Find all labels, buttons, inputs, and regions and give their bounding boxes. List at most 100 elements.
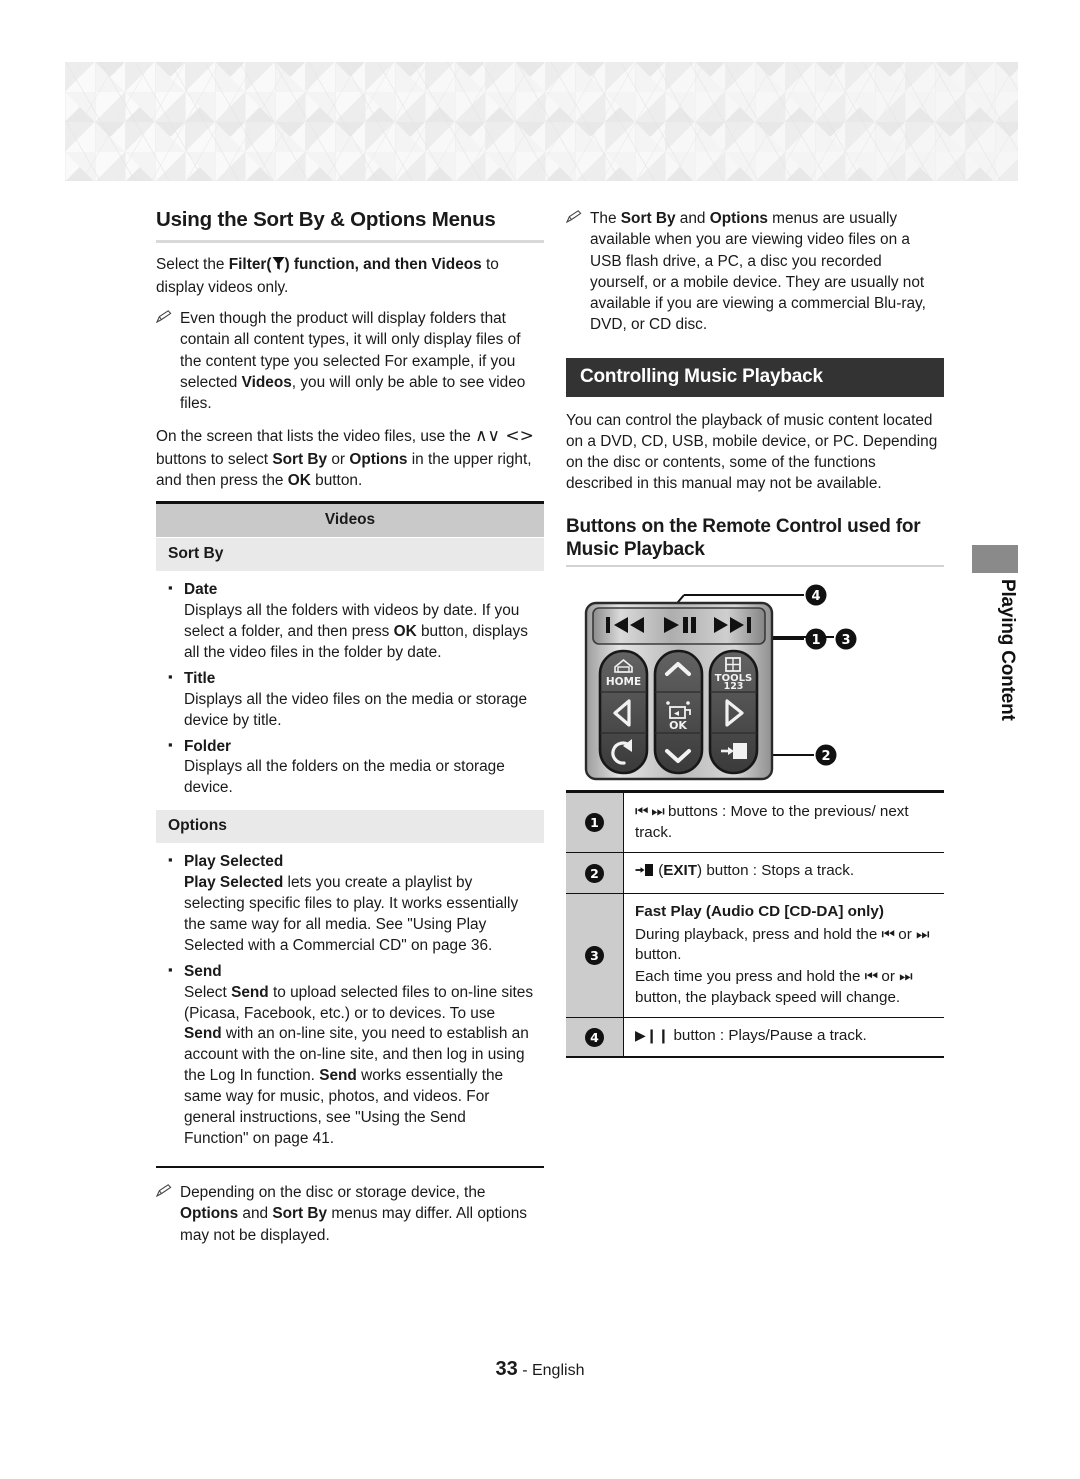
d-b1: Send — [231, 983, 269, 1001]
item-term: Date — [166, 579, 534, 601]
row-number: 2 — [566, 853, 624, 893]
n2-b2: Sort By — [272, 1205, 328, 1223]
note-block-3: The Sort By and Options menus are usuall… — [566, 208, 944, 336]
list-item: Title Displays all the video files on th… — [166, 668, 534, 732]
circled-number-2: 2 — [585, 863, 604, 883]
remote-buttons-table: 1 ⏮ ⏭ buttons : Move to the previous/ ne… — [566, 789, 944, 1058]
skip-prev-icon: ⏮ — [881, 924, 895, 943]
svg-text:4: 4 — [811, 589, 820, 604]
item-term: Title — [166, 668, 534, 690]
pencil-note-icon — [566, 208, 583, 336]
n3-c: menus are usually available when you are… — [590, 210, 926, 334]
footer-separator: - — [517, 1362, 532, 1379]
decorative-header-pattern — [65, 62, 1018, 181]
list-item: Play Selected Play Selected lets you cre… — [166, 851, 534, 957]
n2-b1: Options — [180, 1205, 239, 1223]
n2-a: Depending on the disc or storage device,… — [180, 1184, 486, 1202]
table-row: 1 ⏮ ⏭ buttons : Move to the previous/ ne… — [566, 792, 944, 854]
left-column: Using the Sort By & Options Menus Select… — [156, 208, 544, 1257]
skip-next-icon: ⏭ — [916, 924, 929, 943]
item-desc: Select Send to upload selected files to … — [166, 983, 534, 1151]
pencil-note-icon — [156, 1182, 173, 1246]
item-desc: Displays all the folders on the media or… — [184, 758, 505, 797]
intro-text-a: Select the — [156, 255, 229, 273]
remote-control-diagram: HOME OK TOOLS 123 4 1 3 2 — [566, 575, 944, 790]
circled-number-3: 3 — [585, 946, 604, 966]
side-tab-cap — [972, 545, 1018, 573]
page-title: Using the Sort By & Options Menus — [156, 208, 496, 231]
svg-text:HOME: HOME — [606, 676, 641, 688]
r3-2a: Each time you press and hold the — [635, 967, 865, 985]
title-divider — [156, 239, 544, 243]
row-content: (EXIT) button : Stops a track. — [624, 853, 944, 893]
list-item: Folder Displays all the folders on the m… — [166, 736, 534, 800]
row-content: ⏮ ⏭ buttons : Move to the previous/ next… — [624, 793, 944, 852]
page-number: 33 — [495, 1358, 518, 1380]
r3-1b: or — [894, 925, 916, 943]
svg-text:2: 2 — [821, 749, 830, 764]
row-content: Fast Play (Audio CD [CD-DA] only) During… — [624, 894, 944, 1017]
row-2-b: ) button : Stops a track. — [697, 862, 855, 880]
note-1-text: Even though the product will display fol… — [180, 310, 526, 413]
note-3-text: The Sort By and Options menus are usuall… — [590, 208, 944, 336]
n2-b: and — [238, 1205, 273, 1223]
r3-1a: During playback, press and hold the — [635, 925, 882, 943]
pencil-note-icon — [156, 308, 173, 414]
p2-a: On the screen that lists the video files… — [156, 428, 476, 446]
item-term: Send — [166, 961, 534, 983]
table-row: 4 ▶❙❙ button : Plays/Pause a track. — [566, 1018, 944, 1056]
videos-menu-table: Videos Sort By Date Displays all the fol… — [156, 501, 544, 1169]
paragraph-2: On the screen that lists the video files… — [156, 425, 544, 491]
row-number: 3 — [566, 893, 624, 1018]
note-block-1: Even though the product will display fol… — [156, 308, 544, 414]
item-desc: Play Selected lets you create a playlist… — [166, 873, 534, 957]
p2-d: or — [327, 450, 350, 468]
d-b3: Send — [319, 1067, 357, 1085]
filter-label: Filter( — [228, 255, 272, 273]
exit-label: EXIT — [663, 862, 698, 880]
exit-icon — [635, 863, 654, 884]
table-row: 3 Fast Play (Audio CD [CD-DA] only) Duri… — [566, 893, 944, 1019]
sort-by-label: Sort By — [272, 450, 328, 468]
p2-h: button. — [310, 472, 363, 490]
right-column: The Sort By and Options menus are usuall… — [566, 208, 944, 1058]
circled-number-1: 1 — [585, 813, 604, 833]
skip-glyphs-icon: ⏮ ⏭ — [635, 801, 665, 820]
row-number: 1 — [566, 792, 624, 853]
subsection-title: Buttons on the Remote Control used for M… — [566, 515, 921, 560]
funnel-icon — [272, 256, 285, 277]
note-2-text: Depending on the disc or storage device,… — [180, 1182, 544, 1246]
desc-bold-lead: Play Selected — [184, 874, 284, 892]
row-2-a: ( — [654, 862, 664, 880]
row-content: ▶❙❙ button : Plays/Pause a track. — [624, 1018, 944, 1056]
table-row: 2 (EXIT) button : Stops a track. — [566, 853, 944, 894]
item-desc: Displays all the folders with videos by … — [166, 601, 534, 664]
sort-by-items: Date Displays all the folders with video… — [156, 571, 544, 810]
n3-b1: Sort By — [620, 210, 676, 227]
footer-language: English — [531, 1362, 585, 1379]
play-pause-icon: ▶❙❙ — [635, 1028, 670, 1045]
note-block-2: Depending on the disc or storage device,… — [156, 1182, 544, 1246]
fast-play-title: Fast Play (Audio CD [CD-DA] only) — [635, 902, 884, 920]
remote-illustration-svg: HOME OK TOOLS 123 4 1 3 2 — [584, 584, 857, 781]
side-tab-label: Playing Content — [997, 579, 1018, 721]
n3-b: and — [675, 210, 710, 227]
music-playback-paragraph: You can control the playback of music co… — [566, 411, 938, 493]
table-title: Videos — [156, 504, 544, 539]
table-group-options: Options — [156, 810, 544, 844]
intro-paragraph: Select the Filter( ) function, and then … — [156, 254, 544, 299]
options-items: Play Selected Play Selected lets you cre… — [156, 843, 544, 1169]
ok-label: OK — [287, 472, 311, 490]
desc-bold: OK — [393, 623, 417, 641]
item-term: Play Selected — [166, 851, 534, 873]
row-4-text: button : Plays/Pause a track. — [669, 1027, 867, 1045]
table-group-sort-by: Sort By — [156, 538, 544, 572]
section-bar-title: Controlling Music Playback — [566, 357, 944, 397]
d-b2: Send — [184, 1025, 222, 1043]
intro-text-c: ) function, and then — [284, 255, 432, 273]
page-footer: 33 - English — [0, 1358, 1080, 1381]
list-item: Send Select Send to upload selected file… — [166, 961, 534, 1151]
svg-text:123: 123 — [724, 681, 744, 692]
circled-number-4: 4 — [585, 1027, 604, 1047]
svg-text:3: 3 — [841, 633, 850, 648]
